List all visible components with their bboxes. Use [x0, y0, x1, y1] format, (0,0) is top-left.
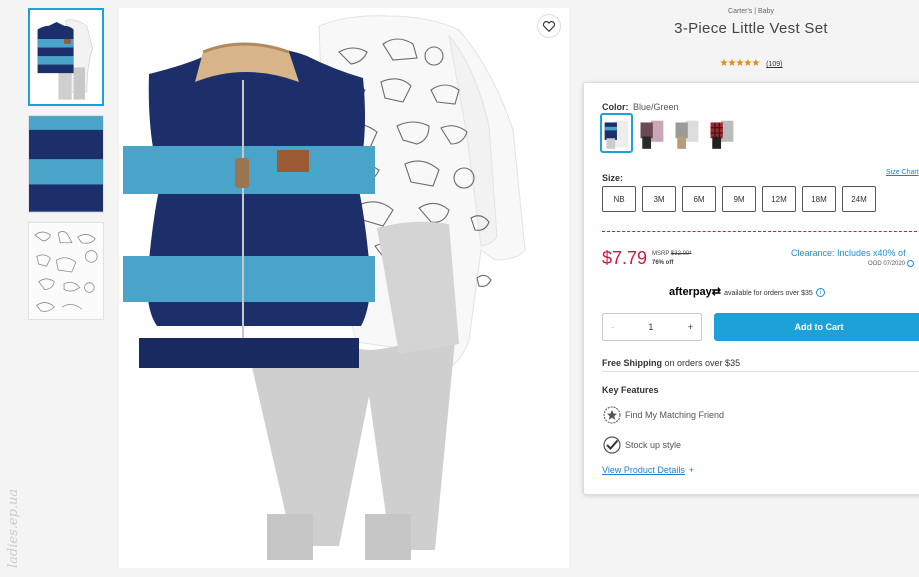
watermark: ladies.ep.ua — [6, 488, 21, 568]
size-option-6m[interactable]: 6M — [682, 186, 716, 212]
quantity-value[interactable]: 1 — [648, 322, 653, 332]
thumbnail-stripe-closeup[interactable] — [28, 115, 104, 213]
check-circle-icon — [603, 436, 621, 454]
product-brand: Carter's | Baby — [728, 8, 774, 15]
size-option-3m[interactable]: 3M — [642, 186, 676, 212]
afterpay-text: available for orders over $35 — [724, 290, 813, 297]
heart-icon — [542, 21, 556, 33]
view-product-details-link[interactable]: View Product Details + — [602, 465, 694, 475]
review-count-link[interactable]: (109) — [766, 61, 782, 68]
feature-item-label: Find My Matching Friend — [625, 410, 725, 420]
plus-icon: + — [688, 465, 695, 475]
discount-percent: 76% off — [652, 260, 674, 266]
sale-price: $7.79 — [602, 248, 648, 268]
star-rating-icon: ★★★★★ — [719, 58, 761, 69]
free-shipping-label: Free Shipping — [602, 358, 663, 368]
size-chart-link[interactable]: Size Chart — [886, 169, 919, 176]
swatch-red-plaid[interactable] — [705, 113, 738, 153]
size-label: Size: — [602, 173, 624, 183]
thumbnail-vest-set[interactable] — [28, 8, 104, 106]
thumbnail-print-closeup[interactable] — [28, 222, 104, 320]
purchase-panel: Color: Blue/Green Size: Size Chart NB 3M… — [583, 82, 919, 495]
product-rating: ★★★★★ (109) — [583, 58, 919, 69]
info-icon[interactable] — [906, 260, 914, 267]
feature-item-label: Stock up style — [625, 440, 682, 450]
add-to-cart-button[interactable]: Add to Cart — [714, 313, 919, 341]
size-option-24m[interactable]: 24M — [842, 186, 876, 212]
size-option-12m[interactable]: 12M — [762, 186, 796, 212]
afterpay-info-icon[interactable]: i — [815, 287, 825, 297]
quantity-stepper: - 1 + — [602, 313, 702, 341]
swatch-blue-green[interactable] — [600, 113, 633, 153]
color-value: Blue/Green — [632, 102, 679, 112]
product-page: Carter's | Baby 3-Piece Little Vest Set … — [0, 0, 919, 577]
color-label: Color: — [602, 102, 629, 112]
main-product-image — [119, 8, 569, 568]
ood-date: OOD 07/2020 — [868, 261, 906, 268]
thumbnail-strip — [28, 8, 106, 329]
size-selector-label: Size: — [602, 168, 623, 186]
divider — [602, 371, 919, 372]
feature-item: Stock up style — [602, 435, 681, 455]
clearance-note: Clearance: Includes x40% of — [791, 248, 906, 258]
afterpay-banner: afterpay⇄ available for orders over $35 … — [669, 285, 825, 298]
size-options: NB 3M 6M 9M 12M 18M 24M — [602, 186, 876, 212]
key-features-title: Key Features — [602, 385, 659, 395]
quantity-increase-button[interactable]: + — [688, 322, 693, 332]
swatch-floral[interactable] — [635, 113, 668, 153]
quantity-decrease-button[interactable]: - — [611, 322, 614, 332]
view-details-label: View Product Details — [602, 465, 685, 475]
size-option-nb[interactable]: NB — [602, 186, 636, 212]
wishlist-button[interactable] — [537, 14, 561, 38]
afterpay-logo: afterpay — [669, 286, 712, 298]
ood-note: OOD 07/2020 — [868, 260, 914, 267]
msrp-value: $32.00* — [670, 251, 692, 257]
color-swatches — [600, 113, 738, 153]
msrp-label: MSRP — [652, 251, 670, 257]
badge-star-icon — [603, 406, 621, 424]
free-shipping-note: Free Shipping on orders over $35 — [602, 358, 740, 368]
product-title: 3-Piece Little Vest Set — [674, 20, 828, 37]
msrp-block: MSRP $32.00* 76% off — [652, 250, 692, 268]
feature-item: Find My Matching Friend — [602, 405, 724, 425]
size-option-9m[interactable]: 9M — [722, 186, 756, 212]
free-shipping-text: on orders over $35 — [664, 358, 741, 368]
swatch-gray-tan[interactable] — [670, 113, 703, 153]
divider — [602, 231, 919, 232]
afterpay-arrows-icon: ⇄ — [711, 286, 722, 298]
size-option-18m[interactable]: 18M — [802, 186, 836, 212]
